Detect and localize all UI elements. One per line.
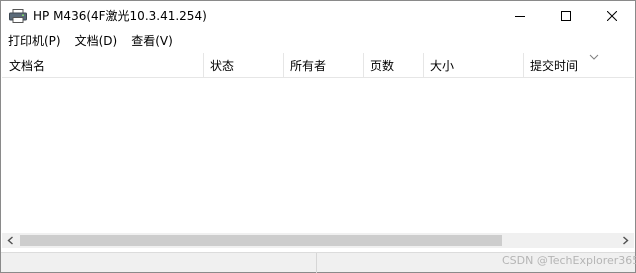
column-label: 提交时间 [530, 59, 579, 73]
scroll-left-button[interactable] [2, 233, 19, 248]
column-header-status[interactable]: 状态 [203, 53, 283, 78]
status-pane [1, 253, 317, 273]
print-queue-window: HP M436(4F激光10.3.41.254) 打印机(P) 文档(D) 查看… [0, 0, 636, 273]
column-header-submitted[interactable]: 提交时间 [523, 53, 634, 78]
minimize-button[interactable] [497, 1, 543, 31]
print-job-list[interactable]: 文档名 状态 所有者 页数 大小 提交时间 [2, 53, 634, 233]
column-label: 所有者 [290, 59, 327, 73]
column-label: 文档名 [9, 59, 46, 73]
menu-view[interactable]: 查看(V) [124, 33, 180, 49]
column-header-size[interactable]: 大小 [423, 53, 523, 78]
watermark-text: CSDN @TechExplorer365 [502, 254, 636, 267]
chevron-left-icon [7, 236, 13, 245]
menu-bar: 打印机(P) 文档(D) 查看(V) [1, 31, 635, 51]
close-icon [607, 11, 617, 21]
close-button[interactable] [589, 1, 635, 31]
column-label: 大小 [430, 59, 455, 73]
horizontal-scrollbar[interactable] [2, 233, 634, 248]
title-bar[interactable]: HP M436(4F激光10.3.41.254) [1, 1, 635, 31]
scroll-right-button[interactable] [617, 233, 634, 248]
maximize-icon [561, 11, 571, 21]
printer-icon [9, 9, 27, 23]
column-header-document-name[interactable]: 文档名 [2, 53, 203, 78]
menu-printer[interactable]: 打印机(P) [1, 33, 68, 49]
column-label: 页数 [370, 59, 395, 73]
list-header: 文档名 状态 所有者 页数 大小 提交时间 [2, 53, 634, 78]
chevron-right-icon [623, 236, 629, 245]
scroll-thumb[interactable] [20, 235, 502, 246]
window-title: HP M436(4F激光10.3.41.254) [33, 9, 207, 23]
column-header-owner[interactable]: 所有者 [283, 53, 363, 78]
column-label: 状态 [210, 59, 235, 73]
menu-document[interactable]: 文档(D) [68, 33, 125, 49]
column-header-pages[interactable]: 页数 [363, 53, 423, 78]
minimize-icon [515, 16, 525, 17]
maximize-button[interactable] [543, 1, 589, 31]
sort-chevron-down-icon [589, 54, 599, 60]
